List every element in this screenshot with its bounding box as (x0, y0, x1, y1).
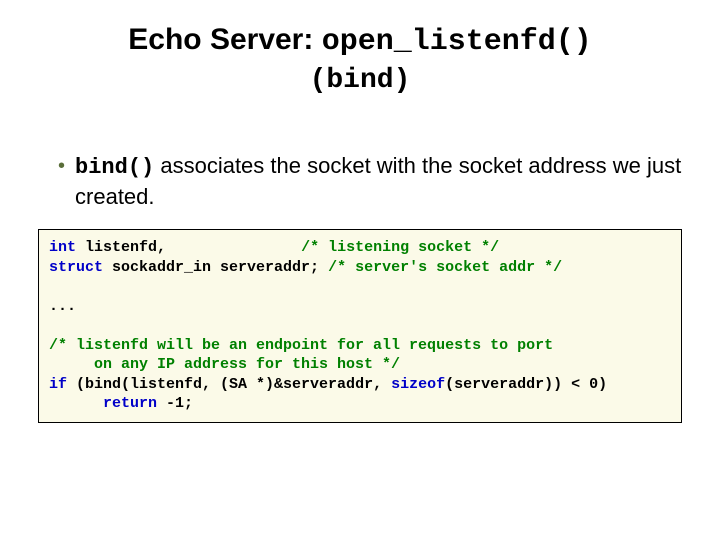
bullet-mono: bind() (75, 155, 154, 180)
bullet-text: bind() associates the socket with the so… (75, 152, 690, 211)
code-comment: on any IP address for this host */ (49, 356, 400, 373)
code-text: ... (49, 298, 76, 315)
code-kw: return (103, 395, 157, 412)
slide-title: Echo Server: open_listenfd() (30, 22, 690, 60)
code-indent (49, 395, 103, 412)
code-block: int listenfd, /* listening socket */ str… (38, 229, 682, 423)
title-mono: open_listenfd() (322, 25, 592, 59)
code-text: sockaddr_in serveraddr; (103, 259, 328, 276)
slide-subtitle: (bind) (30, 62, 690, 96)
code-text: (serveraddr)) < 0) (445, 376, 607, 393)
code-kw: sizeof (391, 376, 445, 393)
code-kw: struct (49, 259, 103, 276)
code-kw: int (49, 239, 76, 256)
subtitle-text: (bind) (310, 65, 411, 96)
code-kw: if (49, 376, 67, 393)
slide: Echo Server: open_listenfd() (bind) • bi… (0, 0, 720, 540)
code-text: -1; (157, 395, 193, 412)
code-comment: /* server's socket addr */ (328, 259, 562, 276)
title-text: Echo Server: (128, 23, 321, 56)
code-text: listenfd, (76, 239, 301, 256)
code-comment: /* listenfd will be an endpoint for all … (49, 337, 553, 354)
code-text: (bind(listenfd, (SA *)&serveraddr, (67, 376, 391, 393)
code-comment: /* listening socket */ (301, 239, 499, 256)
bullet-rest: associates the socket with the socket ad… (75, 153, 681, 209)
bullet-row: • bind() associates the socket with the … (30, 152, 690, 211)
bullet-icon: • (58, 155, 65, 177)
